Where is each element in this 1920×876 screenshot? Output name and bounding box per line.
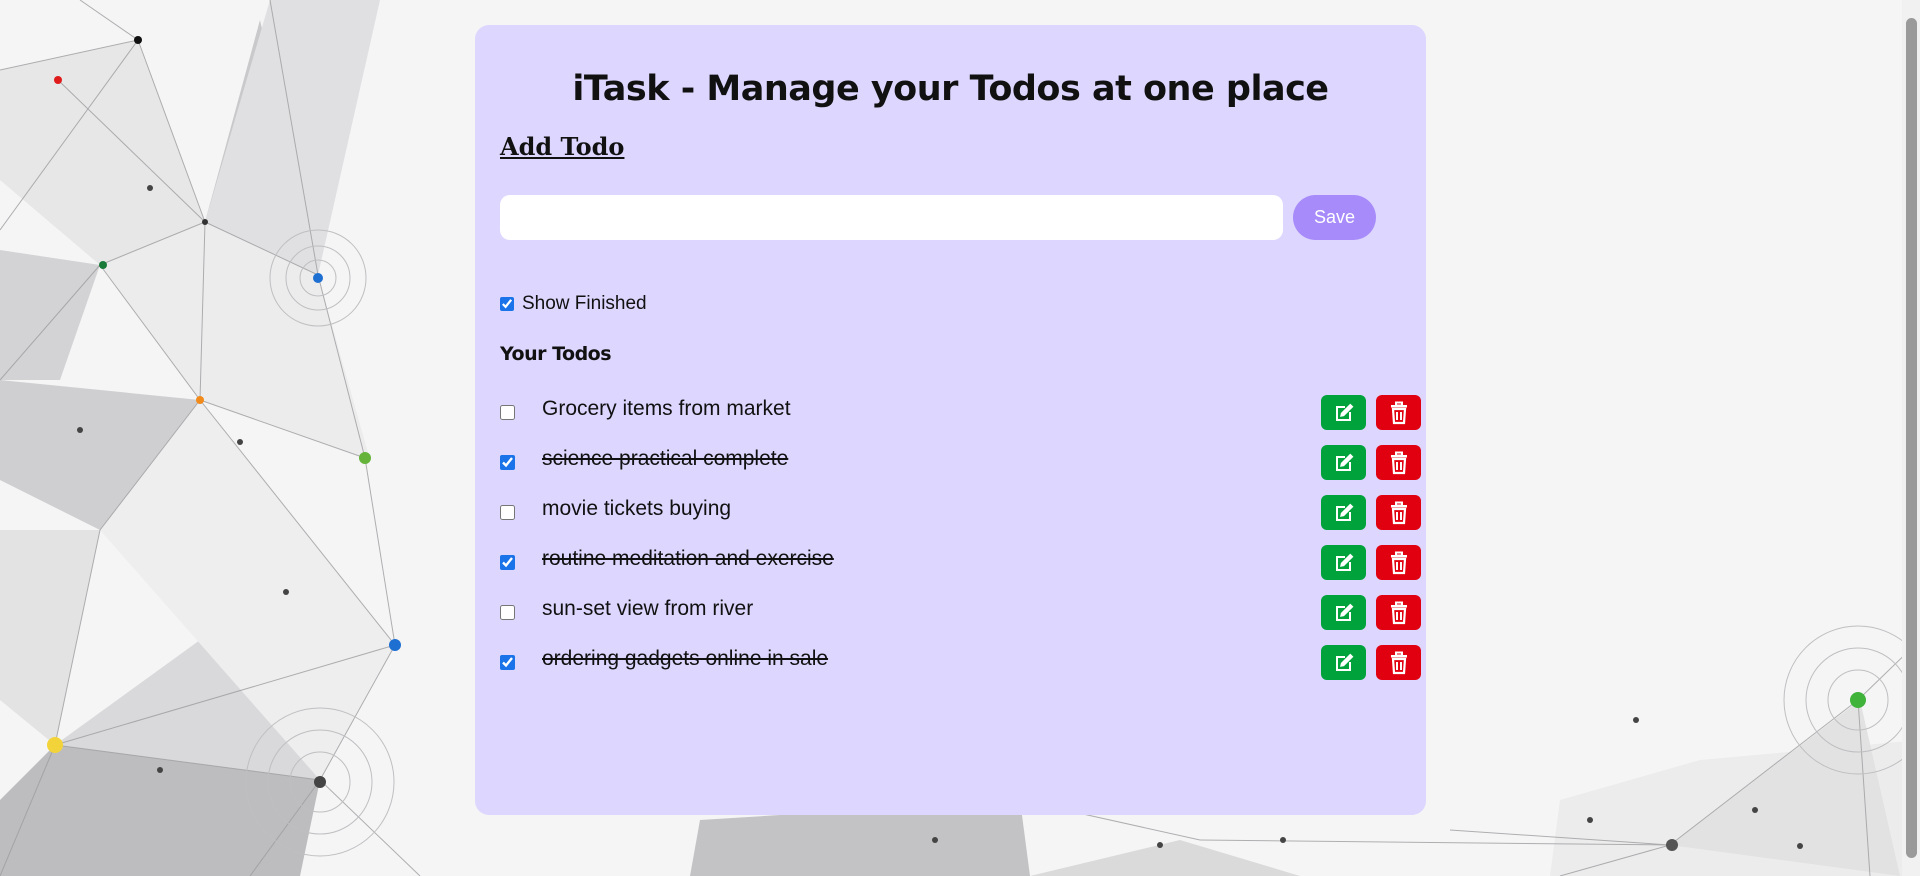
edit-icon [1335,603,1353,621]
delete-button[interactable] [1376,595,1421,630]
save-button[interactable]: Save [1293,195,1376,240]
edit-button[interactable] [1321,495,1366,530]
your-todos-heading: Your Todos [500,343,612,365]
edit-button[interactable] [1321,595,1366,630]
todo-done-checkbox[interactable] [500,505,515,520]
show-finished-checkbox[interactable] [500,297,514,311]
show-finished-toggle[interactable]: Show Finished [500,293,647,315]
page-scrollbar[interactable] [1902,0,1920,876]
edit-icon [1335,453,1353,471]
todo-item: science practical complete [500,435,1421,485]
delete-button[interactable] [1376,395,1421,430]
todo-text: movie tickets buying [542,497,732,520]
todo-done-checkbox[interactable] [500,655,515,670]
todo-item: ordering gadgets online in sale [500,635,1421,685]
todo-card: iTask - Manage your Todos at one place A… [475,25,1426,815]
edit-button[interactable] [1321,395,1366,430]
delete-button[interactable] [1376,545,1421,580]
todo-done-checkbox[interactable] [500,605,515,620]
todo-input[interactable] [500,195,1283,240]
delete-button[interactable] [1376,445,1421,480]
add-todo-heading: Add Todo [500,132,625,161]
edit-button[interactable] [1321,545,1366,580]
edit-button[interactable] [1321,645,1366,680]
trash-icon [1390,501,1407,524]
show-finished-label: Show Finished [522,293,647,314]
edit-button[interactable] [1321,445,1366,480]
todo-done-checkbox[interactable] [500,555,515,570]
todo-item: Grocery items from market [500,385,1421,435]
todo-item: routine meditation and exercise [500,535,1421,585]
page-title: iTask - Manage your Todos at one place [572,69,1329,109]
trash-icon [1390,451,1407,474]
trash-icon [1390,601,1407,624]
edit-icon [1335,403,1353,421]
trash-icon [1390,401,1407,424]
todo-item: movie tickets buying [500,485,1421,535]
scrollbar-thumb[interactable] [1906,18,1917,858]
edit-icon [1335,553,1353,571]
edit-icon [1335,503,1353,521]
todo-done-checkbox[interactable] [500,405,515,420]
todo-list: Grocery items from market science practi… [500,385,1421,685]
todo-done-checkbox[interactable] [500,455,515,470]
todo-text: sun-set view from river [542,597,754,620]
todo-text: science practical complete [542,447,789,470]
delete-button[interactable] [1376,645,1421,680]
todo-item: sun-set view from river [500,585,1421,635]
edit-icon [1335,653,1353,671]
trash-icon [1390,651,1407,674]
todo-text: routine meditation and exercise [542,547,834,570]
todo-text: Grocery items from market [542,397,791,420]
delete-button[interactable] [1376,495,1421,530]
trash-icon [1390,551,1407,574]
todo-text: ordering gadgets online in sale [542,647,829,670]
